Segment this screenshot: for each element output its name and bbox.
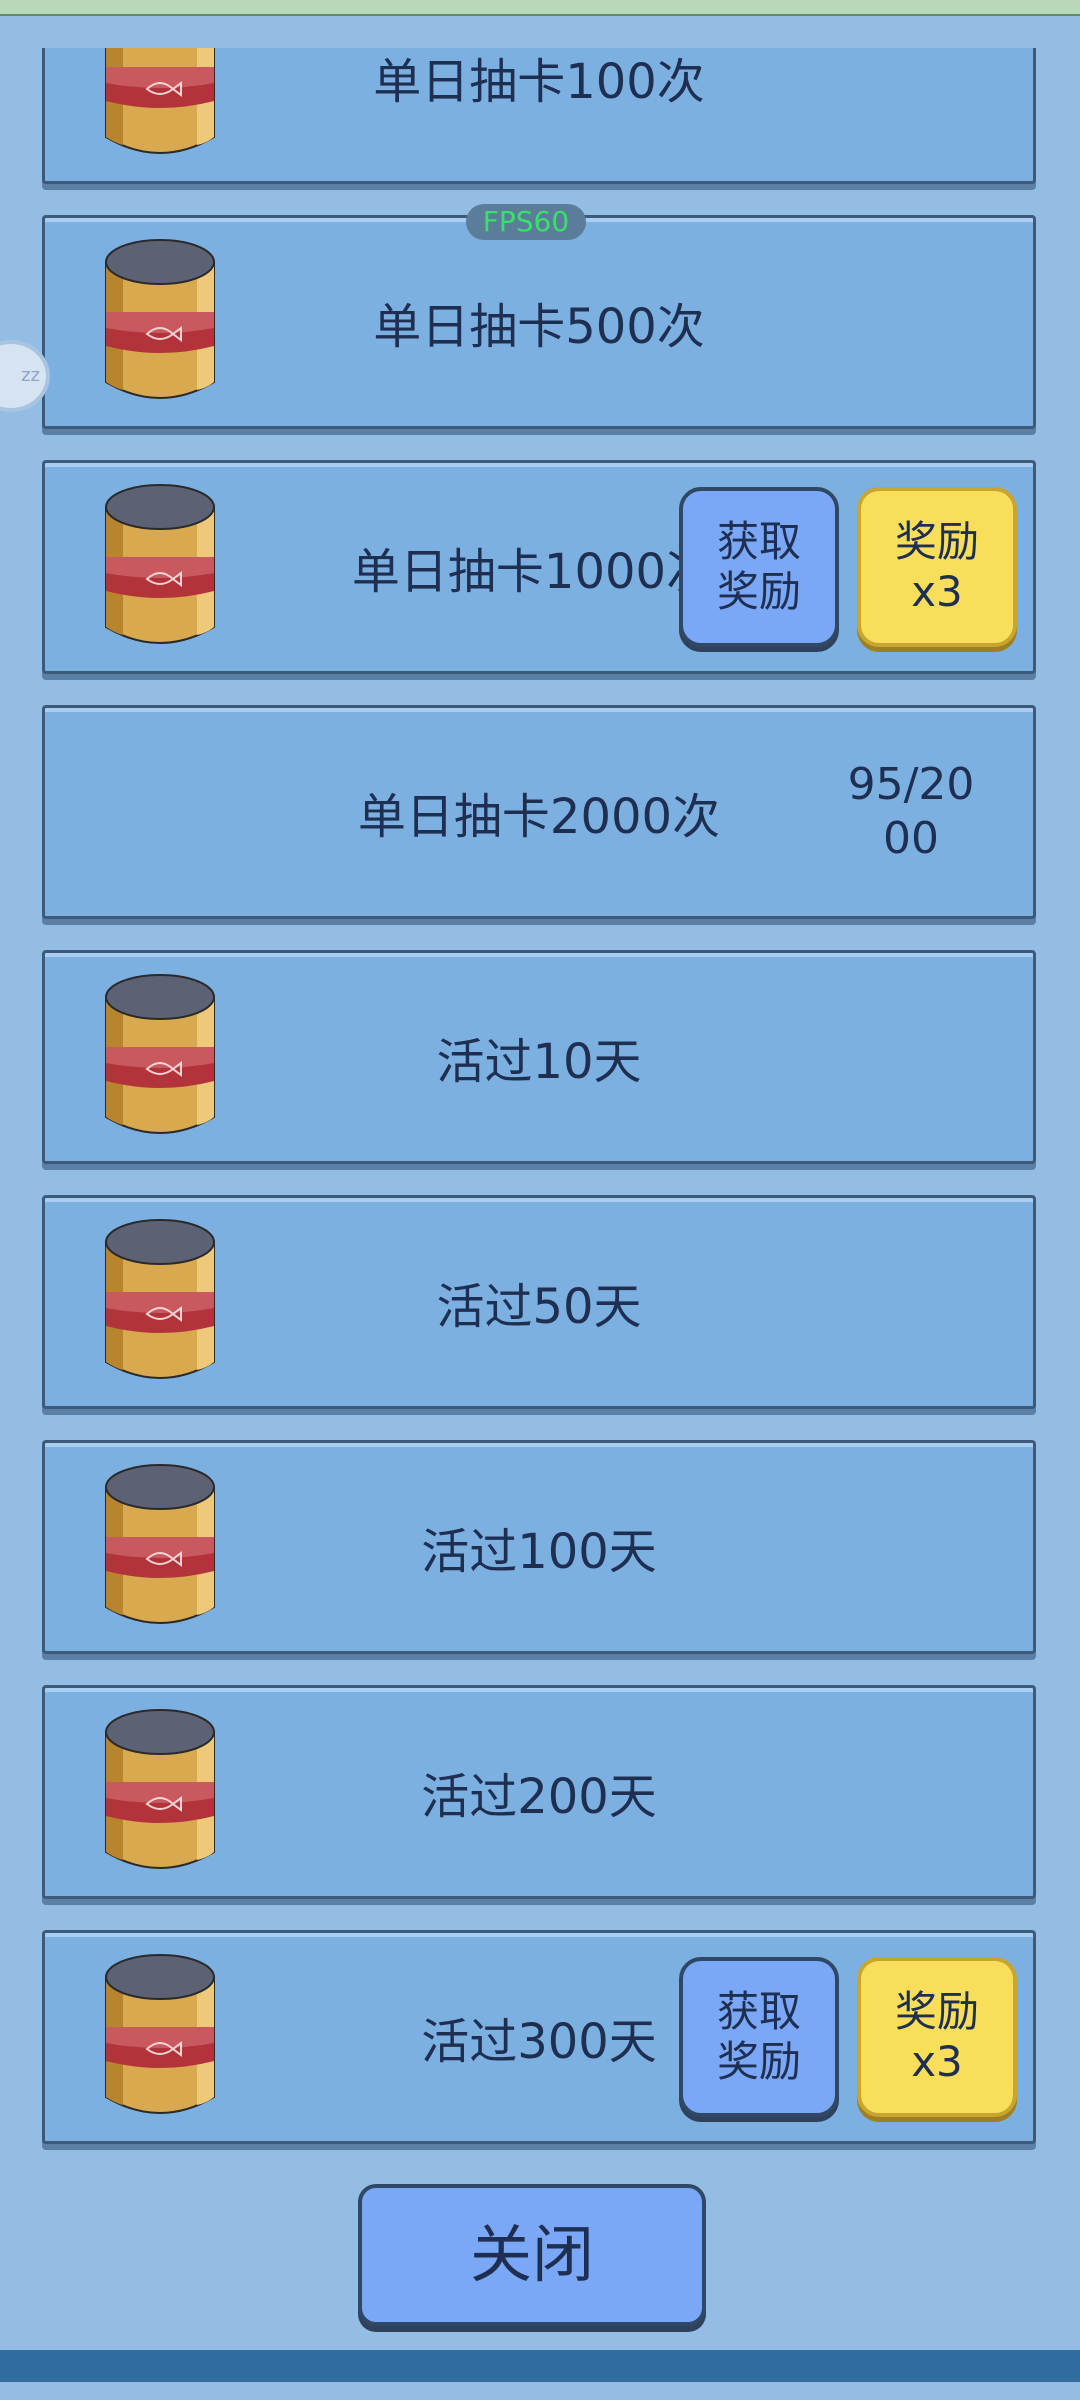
progress-counter: 95/20 00 [847, 759, 975, 864]
achievement-row: 单日抽卡1000次 获取 奖励 奖励 x3 [42, 460, 1036, 674]
claim-reward-button[interactable]: 获取 奖励 [679, 487, 839, 647]
achievement-row: 单日抽卡100次 [42, 48, 1036, 184]
close-button[interactable]: 关闭 [358, 2184, 706, 2326]
achievement-list[interactable]: 单日抽卡100次 单日抽卡500次 单日抽卡1000次 获取 奖励 奖励 x3 … [0, 48, 1080, 2158]
achievement-row: 活过200天 [42, 1685, 1036, 1899]
top-strip [0, 0, 1080, 16]
row-title: 单日抽卡500次 [373, 299, 705, 355]
achievement-screen: 单日抽卡100次 单日抽卡500次 单日抽卡1000次 获取 奖励 奖励 x3 … [0, 0, 1080, 2400]
row-title: 活过200天 [421, 1769, 657, 1825]
achievement-row: 活过300天 获取 奖励 奖励 x3 [42, 1930, 1036, 2144]
reward-x3-button[interactable]: 奖励 x3 [857, 487, 1017, 647]
achievement-row: 活过100天 [42, 1440, 1036, 1654]
reward-x3-button[interactable]: 奖励 x3 [857, 1957, 1017, 2117]
claim-reward-button[interactable]: 获取 奖励 [679, 1957, 839, 2117]
achievement-row: 单日抽卡500次 [42, 215, 1036, 429]
achievement-row: 单日抽卡2000次 95/20 00 [42, 705, 1036, 919]
row-title: 单日抽卡100次 [373, 54, 705, 110]
row-title: 活过100天 [421, 1524, 657, 1580]
achievement-row: 活过50天 [42, 1195, 1036, 1409]
achievement-row: 活过10天 [42, 950, 1036, 1164]
fps-badge: FPS60 [466, 204, 586, 240]
row-title: 活过50天 [436, 1279, 642, 1335]
row-title: 活过10天 [436, 1034, 642, 1090]
bottom-bar [0, 2350, 1080, 2382]
